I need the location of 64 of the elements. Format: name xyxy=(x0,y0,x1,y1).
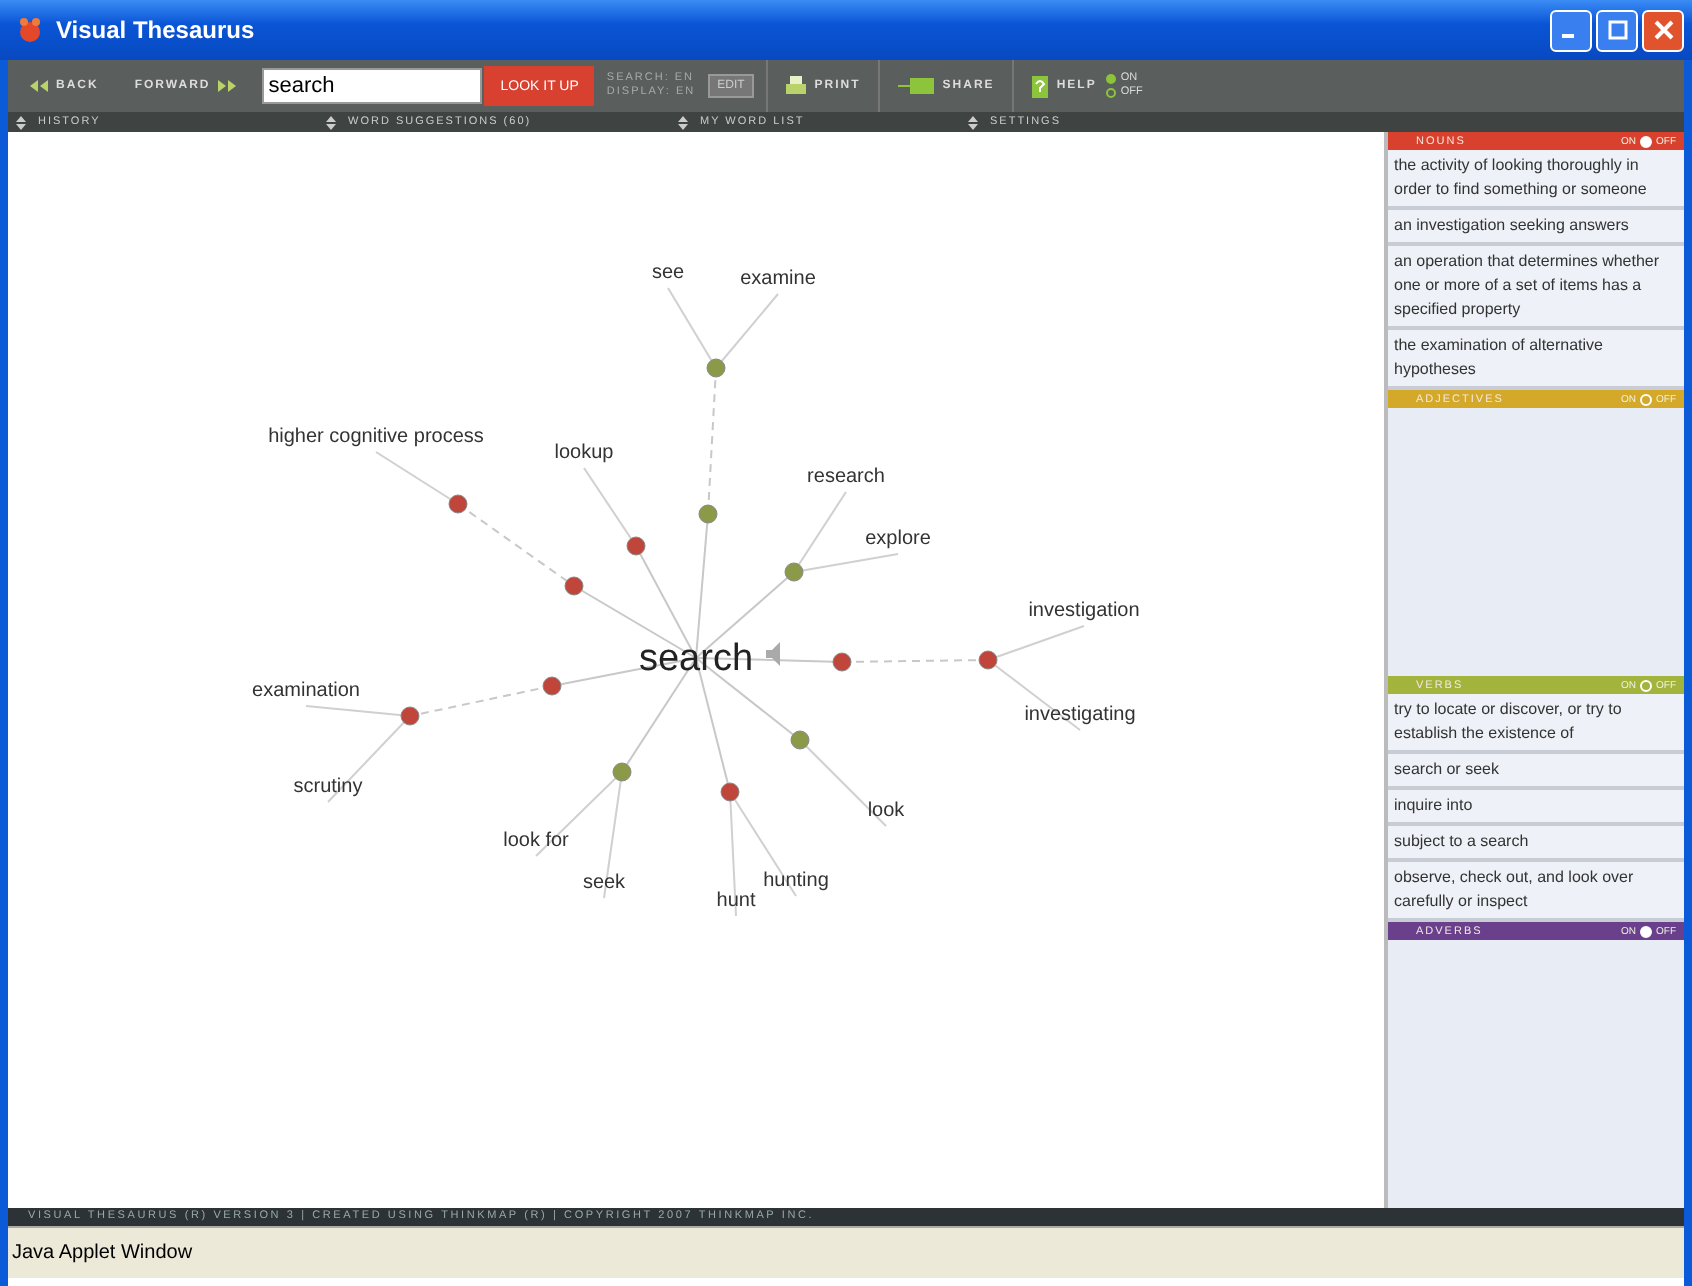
meaning-node[interactable] xyxy=(564,576,584,596)
toggle-arrows-icon xyxy=(678,115,688,129)
word-label[interactable]: scrutiny xyxy=(293,776,363,798)
close-button[interactable] xyxy=(1642,9,1684,51)
share-icon xyxy=(898,78,935,94)
meaning-node[interactable] xyxy=(448,494,468,514)
window-title: Visual Thesaurus xyxy=(56,16,255,44)
word-label[interactable]: look for xyxy=(503,830,569,852)
forward-arrow-icon xyxy=(218,80,237,92)
meaning-node[interactable] xyxy=(978,650,998,670)
definition-item[interactable]: search or seek xyxy=(1388,754,1684,790)
word-label[interactable]: explore xyxy=(865,528,931,550)
meaning-node[interactable] xyxy=(790,730,810,750)
printer-icon xyxy=(786,75,807,97)
toggle-arrows-icon xyxy=(968,115,978,129)
word-label[interactable]: look xyxy=(867,800,905,822)
word-label[interactable]: lookup xyxy=(554,442,614,464)
word-label[interactable]: see xyxy=(651,262,685,284)
word-label[interactable]: research xyxy=(807,466,885,488)
app-icon xyxy=(16,16,44,44)
minimize-icon xyxy=(1562,34,1574,38)
meaning-node[interactable] xyxy=(720,782,740,802)
on-off-toggle[interactable] xyxy=(1640,393,1652,405)
word-label[interactable]: higher cognitive process xyxy=(268,426,484,448)
definition-item[interactable]: the examination of alternative hypotheses xyxy=(1388,330,1684,390)
word-label[interactable]: hunting xyxy=(763,870,829,892)
meaning-node[interactable] xyxy=(698,504,718,524)
meaning-node[interactable] xyxy=(400,706,420,726)
definition-item[interactable]: an investigation seeking answers xyxy=(1388,210,1684,246)
word-label[interactable]: seek xyxy=(582,872,626,894)
help-on-radio[interactable] xyxy=(1106,74,1117,84)
word-label[interactable]: examine xyxy=(740,268,816,290)
definition-item[interactable]: observe, check out, and look over carefully or inspect xyxy=(1388,862,1684,922)
toggle-arrows-icon xyxy=(16,115,26,129)
word-label[interactable]: hunt xyxy=(716,890,756,912)
definition-item[interactable]: inquire into xyxy=(1388,790,1684,826)
close-icon xyxy=(1653,20,1673,40)
on-off-toggle[interactable] xyxy=(1640,679,1652,691)
status-bar: Java Applet Window xyxy=(8,1226,1684,1278)
center-word: search xyxy=(638,638,754,680)
minimize-button[interactable] xyxy=(1550,9,1592,51)
meaning-node[interactable] xyxy=(542,676,562,696)
speaker-icon[interactable] xyxy=(766,642,780,666)
definition-item[interactable]: try to locate or discover, or try to establish the existence of xyxy=(1388,694,1684,754)
meaning-node[interactable] xyxy=(784,562,804,582)
help-off-radio[interactable] xyxy=(1106,88,1117,98)
help-icon xyxy=(1032,75,1049,97)
back-arrow-icon xyxy=(30,80,48,92)
on-off-toggle[interactable] xyxy=(1640,135,1652,147)
maximize-icon xyxy=(1607,20,1627,40)
meaning-node[interactable] xyxy=(612,762,632,782)
definition-item[interactable]: the activity of looking thoroughly in order to find something or someone xyxy=(1388,150,1684,210)
word-label[interactable]: investigation xyxy=(1028,600,1140,622)
search-field[interactable]: search xyxy=(262,68,483,104)
on-off-toggle[interactable] xyxy=(1640,925,1652,937)
word-label[interactable]: examination xyxy=(252,680,360,702)
maximize-button[interactable] xyxy=(1596,9,1638,51)
meaning-node[interactable] xyxy=(706,358,726,378)
definition-item[interactable]: subject to a search xyxy=(1388,826,1684,862)
meaning-node[interactable] xyxy=(626,536,646,556)
definition-item[interactable]: an operation that determines whether one or more of a set of items has a specified property xyxy=(1388,246,1684,330)
toggle-arrows-icon xyxy=(326,115,336,129)
word-label[interactable]: investigating xyxy=(1024,704,1136,726)
meaning-node[interactable] xyxy=(832,652,852,672)
